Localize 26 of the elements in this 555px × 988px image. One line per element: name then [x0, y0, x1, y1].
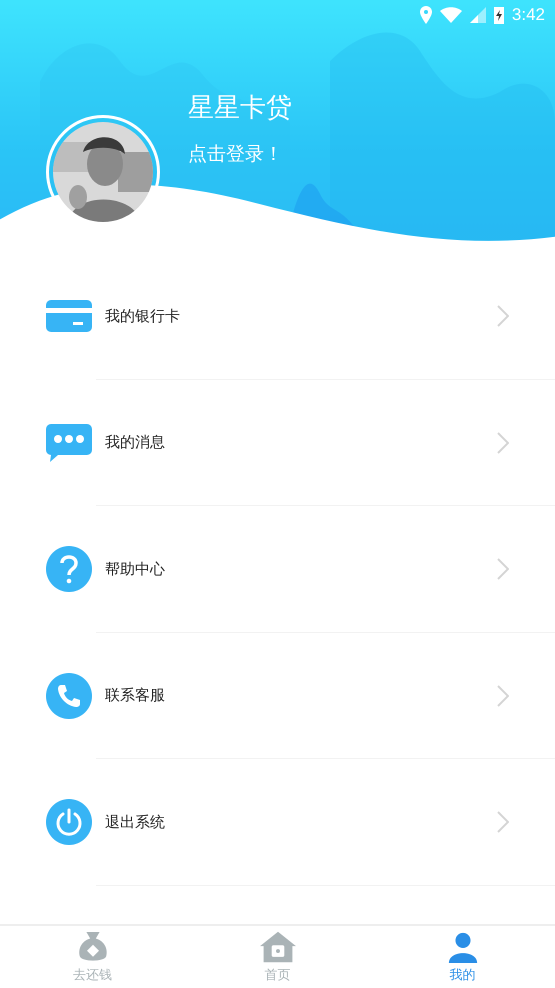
signal-icon — [470, 7, 486, 23]
menu-item[interactable]: 我的消息 — [0, 380, 555, 506]
menu-label: 我的消息 — [105, 433, 166, 452]
phone-icon — [46, 672, 92, 719]
power-icon — [46, 799, 92, 846]
location-icon — [420, 6, 432, 24]
chevron-right-icon — [497, 558, 509, 580]
menu-item[interactable]: 联系客服 — [0, 632, 555, 759]
status-time: 3:42 — [512, 5, 545, 25]
menu-item[interactable]: 我的银行卡 — [0, 253, 555, 380]
chevron-right-icon — [497, 811, 509, 834]
menu-label: 帮助中心 — [105, 560, 166, 579]
chevron-right-icon — [497, 305, 509, 328]
menu-label: 我的银行卡 — [105, 306, 181, 326]
chevron-right-icon — [497, 684, 509, 707]
battery-icon — [494, 6, 504, 24]
menu-item[interactable]: 帮助中心 — [0, 506, 555, 632]
menu-label: 联系客服 — [105, 686, 166, 706]
chat-bubble-icon — [46, 424, 92, 462]
menu-label: 退出系统 — [105, 812, 166, 832]
wifi-icon — [440, 7, 462, 23]
app-title: 星星卡贷 — [188, 92, 292, 125]
home-icon — [260, 930, 296, 962]
question-icon — [46, 546, 92, 592]
chevron-right-icon — [497, 432, 509, 454]
menu-item[interactable]: 退出系统 — [0, 759, 555, 886]
